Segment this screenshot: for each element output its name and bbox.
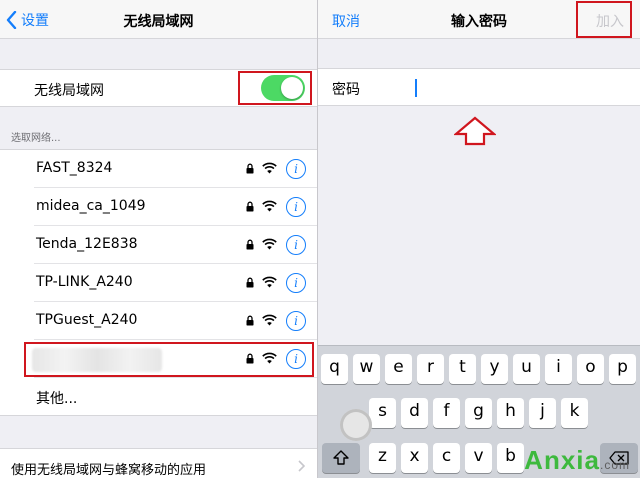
- shift-key[interactable]: [322, 443, 360, 473]
- blurred-network-name: [32, 348, 162, 372]
- join-button[interactable]: 加入: [596, 11, 624, 31]
- left-nav-bar: 设置 无线局域网: [0, 0, 317, 39]
- wifi-toggle-row: 无线局域网: [0, 69, 317, 107]
- info-icon[interactable]: i: [286, 311, 306, 331]
- key-r[interactable]: r: [417, 354, 444, 384]
- lock-icon: [246, 201, 254, 212]
- chevron-left-icon: [6, 11, 17, 29]
- section-header: 选取网络...: [11, 133, 61, 144]
- network-row[interactable]: TPGuest_A240 i: [34, 302, 317, 340]
- password-label: 密码: [332, 82, 360, 98]
- other-network-row[interactable]: 其他...: [34, 378, 317, 416]
- key-c[interactable]: c: [433, 443, 460, 473]
- cellular-apps-label: 使用无线局域网与蜂窝移动的应用: [11, 463, 207, 478]
- assistive-touch-button[interactable]: [340, 409, 372, 441]
- key-s[interactable]: s: [369, 398, 396, 428]
- key-x[interactable]: x: [401, 443, 428, 473]
- watermark-logo: Anxia.com: [524, 445, 630, 475]
- key-j[interactable]: j: [529, 398, 556, 428]
- chevron-right-icon: [298, 460, 305, 472]
- text-cursor: [415, 79, 417, 97]
- key-q[interactable]: q: [321, 354, 348, 384]
- key-d[interactable]: d: [401, 398, 428, 428]
- key-e[interactable]: e: [385, 354, 412, 384]
- wifi-signal-icon: [262, 276, 277, 288]
- network-row[interactable]: Tenda_12E838 i: [34, 226, 317, 264]
- cellular-apps-row[interactable]: 使用无线局域网与蜂窝移动的应用: [0, 448, 317, 478]
- wifi-toggle-switch[interactable]: [261, 75, 305, 101]
- wifi-settings-panel: 设置 无线局域网 无线局域网 选取网络... FAST_8324 i midea…: [0, 0, 317, 478]
- network-row-blurred[interactable]: i: [32, 340, 317, 378]
- password-panel: 取消 输入密码 加入 密码 qwertyuiop sdfghjk zxcvb A…: [318, 0, 640, 478]
- cancel-button[interactable]: 取消: [332, 11, 360, 31]
- toggle-knob: [281, 77, 303, 99]
- info-icon[interactable]: i: [286, 235, 306, 255]
- network-list: FAST_8324 i midea_ca_1049 i Tenda_12E838…: [0, 149, 317, 416]
- key-f[interactable]: f: [433, 398, 460, 428]
- back-button[interactable]: 设置: [6, 9, 49, 31]
- shift-icon: [333, 450, 349, 465]
- network-name: TP-LINK_A240: [36, 274, 133, 290]
- password-row: 密码: [318, 68, 640, 106]
- back-button-label: 设置: [21, 13, 49, 29]
- info-icon[interactable]: i: [286, 197, 306, 217]
- lock-icon: [246, 277, 254, 288]
- network-name: FAST_8324: [36, 160, 113, 176]
- info-icon[interactable]: i: [286, 159, 306, 179]
- wifi-signal-icon: [262, 238, 277, 250]
- lock-icon: [246, 163, 254, 174]
- key-i[interactable]: i: [545, 354, 572, 384]
- wifi-signal-icon: [262, 162, 277, 174]
- key-w[interactable]: w: [353, 354, 380, 384]
- key-v[interactable]: v: [465, 443, 492, 473]
- key-o[interactable]: o: [577, 354, 604, 384]
- other-network-label: 其他...: [36, 391, 78, 407]
- wifi-toggle-label: 无线局域网: [34, 83, 104, 99]
- wifi-signal-icon: [262, 352, 277, 364]
- network-name: Tenda_12E838: [36, 236, 138, 252]
- key-y[interactable]: y: [481, 354, 508, 384]
- up-arrow-icon: [454, 116, 496, 146]
- info-icon[interactable]: i: [286, 273, 306, 293]
- password-page-title: 输入密码: [451, 14, 507, 30]
- right-nav-bar: 取消 输入密码 加入: [318, 0, 640, 39]
- network-row[interactable]: midea_ca_1049 i: [34, 188, 317, 226]
- wifi-signal-icon: [262, 200, 277, 212]
- key-b[interactable]: b: [497, 443, 524, 473]
- key-h[interactable]: h: [497, 398, 524, 428]
- key-u[interactable]: u: [513, 354, 540, 384]
- key-p[interactable]: p: [609, 354, 636, 384]
- network-name: midea_ca_1049: [36, 198, 146, 214]
- lock-icon: [246, 239, 254, 250]
- key-g[interactable]: g: [465, 398, 492, 428]
- lock-icon: [246, 353, 254, 364]
- keyboard: qwertyuiop sdfghjk zxcvb Anxia.com: [318, 345, 640, 478]
- key-z[interactable]: z: [369, 443, 396, 473]
- keyboard-row-1: qwertyuiop: [318, 354, 640, 384]
- key-k[interactable]: k: [561, 398, 588, 428]
- key-t[interactable]: t: [449, 354, 476, 384]
- network-name: TPGuest_A240: [36, 312, 138, 328]
- network-row[interactable]: TP-LINK_A240 i: [34, 264, 317, 302]
- network-row[interactable]: FAST_8324 i: [34, 150, 317, 188]
- info-icon[interactable]: i: [286, 349, 306, 369]
- wifi-signal-icon: [262, 314, 277, 326]
- password-input[interactable]: [414, 76, 624, 100]
- lock-icon: [246, 315, 254, 326]
